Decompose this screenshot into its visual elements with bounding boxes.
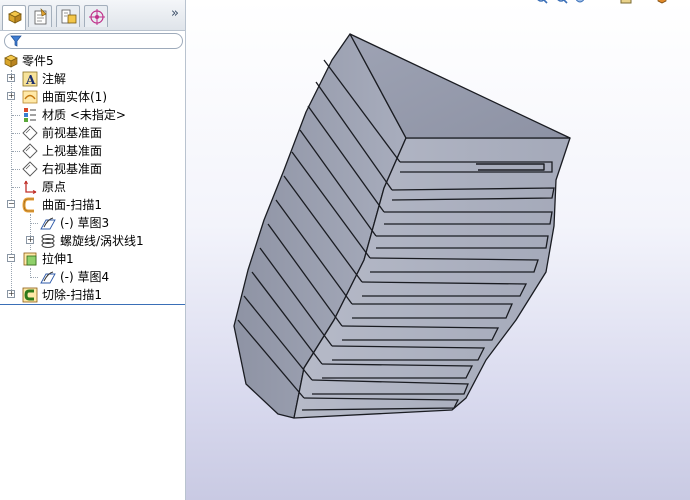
tree-item-origin[interactable]: 原点 xyxy=(0,178,185,196)
tree-item-extrude[interactable]: − 拉伸1 xyxy=(0,250,185,268)
tree-item-sketch3[interactable]: (-) 草图3 xyxy=(0,214,185,232)
tree-item-label: (-) 草图3 xyxy=(60,216,110,230)
tree-item-label: 右视基准面 xyxy=(42,162,103,176)
expand-toggle[interactable]: + xyxy=(26,236,34,244)
plane-icon xyxy=(22,161,38,177)
tree-item-label: 拉伸1 xyxy=(42,252,74,266)
surface-sweep-icon xyxy=(22,197,34,213)
cut-sweep-icon xyxy=(22,287,38,303)
surface-bodies-icon xyxy=(22,90,38,104)
svg-text:A: A xyxy=(25,73,36,87)
collapse-toggle[interactable]: − xyxy=(7,200,15,208)
tree-item-surface-sweep[interactable]: − 曲面-扫描1 xyxy=(0,196,185,214)
tree-filter-input[interactable] xyxy=(4,33,183,49)
tab-configuration-manager[interactable] xyxy=(56,5,80,27)
tree-item-material[interactable]: 材质 <未指定> xyxy=(0,106,185,124)
tree-item-label: (-) 草图4 xyxy=(60,270,110,284)
origin-icon xyxy=(24,180,37,194)
dimxpert-manager-icon xyxy=(89,9,105,25)
part-icon xyxy=(4,54,18,68)
tree-item-front-plane[interactable]: 前视基准面 xyxy=(0,124,185,142)
tree-item-label: 前视基准面 xyxy=(42,126,103,140)
plane-icon xyxy=(22,125,38,141)
plane-icon xyxy=(22,143,38,159)
tab-feature-manager[interactable] xyxy=(2,5,26,30)
tree-item-label: 曲面实体(1) xyxy=(42,90,107,104)
tree-root-part[interactable]: 零件5 xyxy=(0,52,185,70)
model-3d-view xyxy=(233,33,571,419)
tab-dimxpert-manager[interactable] xyxy=(84,5,108,27)
annotations-icon: A xyxy=(22,71,38,87)
tree-item-helix[interactable]: + 螺旋线/涡状线1 xyxy=(0,232,185,250)
tab-property-manager[interactable] xyxy=(28,5,52,27)
tree-item-label: 曲面-扫描1 xyxy=(42,198,102,212)
graphics-viewport[interactable] xyxy=(186,0,690,500)
collapse-toggle[interactable]: − xyxy=(7,254,15,262)
tree-item-label: 上视基准面 xyxy=(42,144,103,158)
expand-toggle[interactable]: + xyxy=(7,92,15,100)
extrude-icon xyxy=(23,252,37,266)
overflow-chevron-icon[interactable]: » xyxy=(171,6,179,21)
tree-item-label: 螺旋线/涡状线1 xyxy=(60,234,144,248)
tree-item-cut-sweep[interactable]: + 切除-扫描1 xyxy=(0,286,185,305)
material-icon xyxy=(24,108,36,122)
tree-item-label: 注解 xyxy=(42,72,67,86)
helix-icon xyxy=(41,234,55,248)
tree-branch xyxy=(12,169,20,170)
tree-item-label: 材质 <未指定> xyxy=(42,108,126,122)
feature-manager-panel: » 零件5 + A 注解 + 曲面实体(1) 材质 <未指定> 前视基准面 上视… xyxy=(0,0,186,500)
tree-branch xyxy=(12,133,20,134)
filter-icon xyxy=(10,35,22,47)
tree-branch xyxy=(12,151,20,152)
sketch-icon xyxy=(40,271,56,284)
expand-toggle[interactable]: + xyxy=(7,290,15,298)
tree-branch xyxy=(31,223,38,224)
tree-item-label: 原点 xyxy=(42,180,67,194)
expand-toggle[interactable]: + xyxy=(7,74,15,82)
tree-branch xyxy=(12,115,20,116)
tree-item-surface-bodies[interactable]: + 曲面实体(1) xyxy=(0,88,185,106)
tree-root-label: 零件5 xyxy=(22,54,54,68)
property-manager-icon xyxy=(34,8,47,25)
feature-manager-icon xyxy=(8,10,22,24)
sketch-icon xyxy=(40,217,56,230)
configuration-manager-icon xyxy=(61,9,77,24)
tree-branch xyxy=(31,277,38,278)
tree-item-right-plane[interactable]: 右视基准面 xyxy=(0,160,185,178)
tree-item-annotations[interactable]: + A 注解 xyxy=(0,70,185,88)
tree-item-label: 切除-扫描1 xyxy=(42,288,102,302)
manager-tab-bar: » xyxy=(0,0,185,31)
tree-item-sketch4[interactable]: (-) 草图4 xyxy=(0,268,185,286)
tree-item-top-plane[interactable]: 上视基准面 xyxy=(0,142,185,160)
tree-branch xyxy=(12,187,20,188)
